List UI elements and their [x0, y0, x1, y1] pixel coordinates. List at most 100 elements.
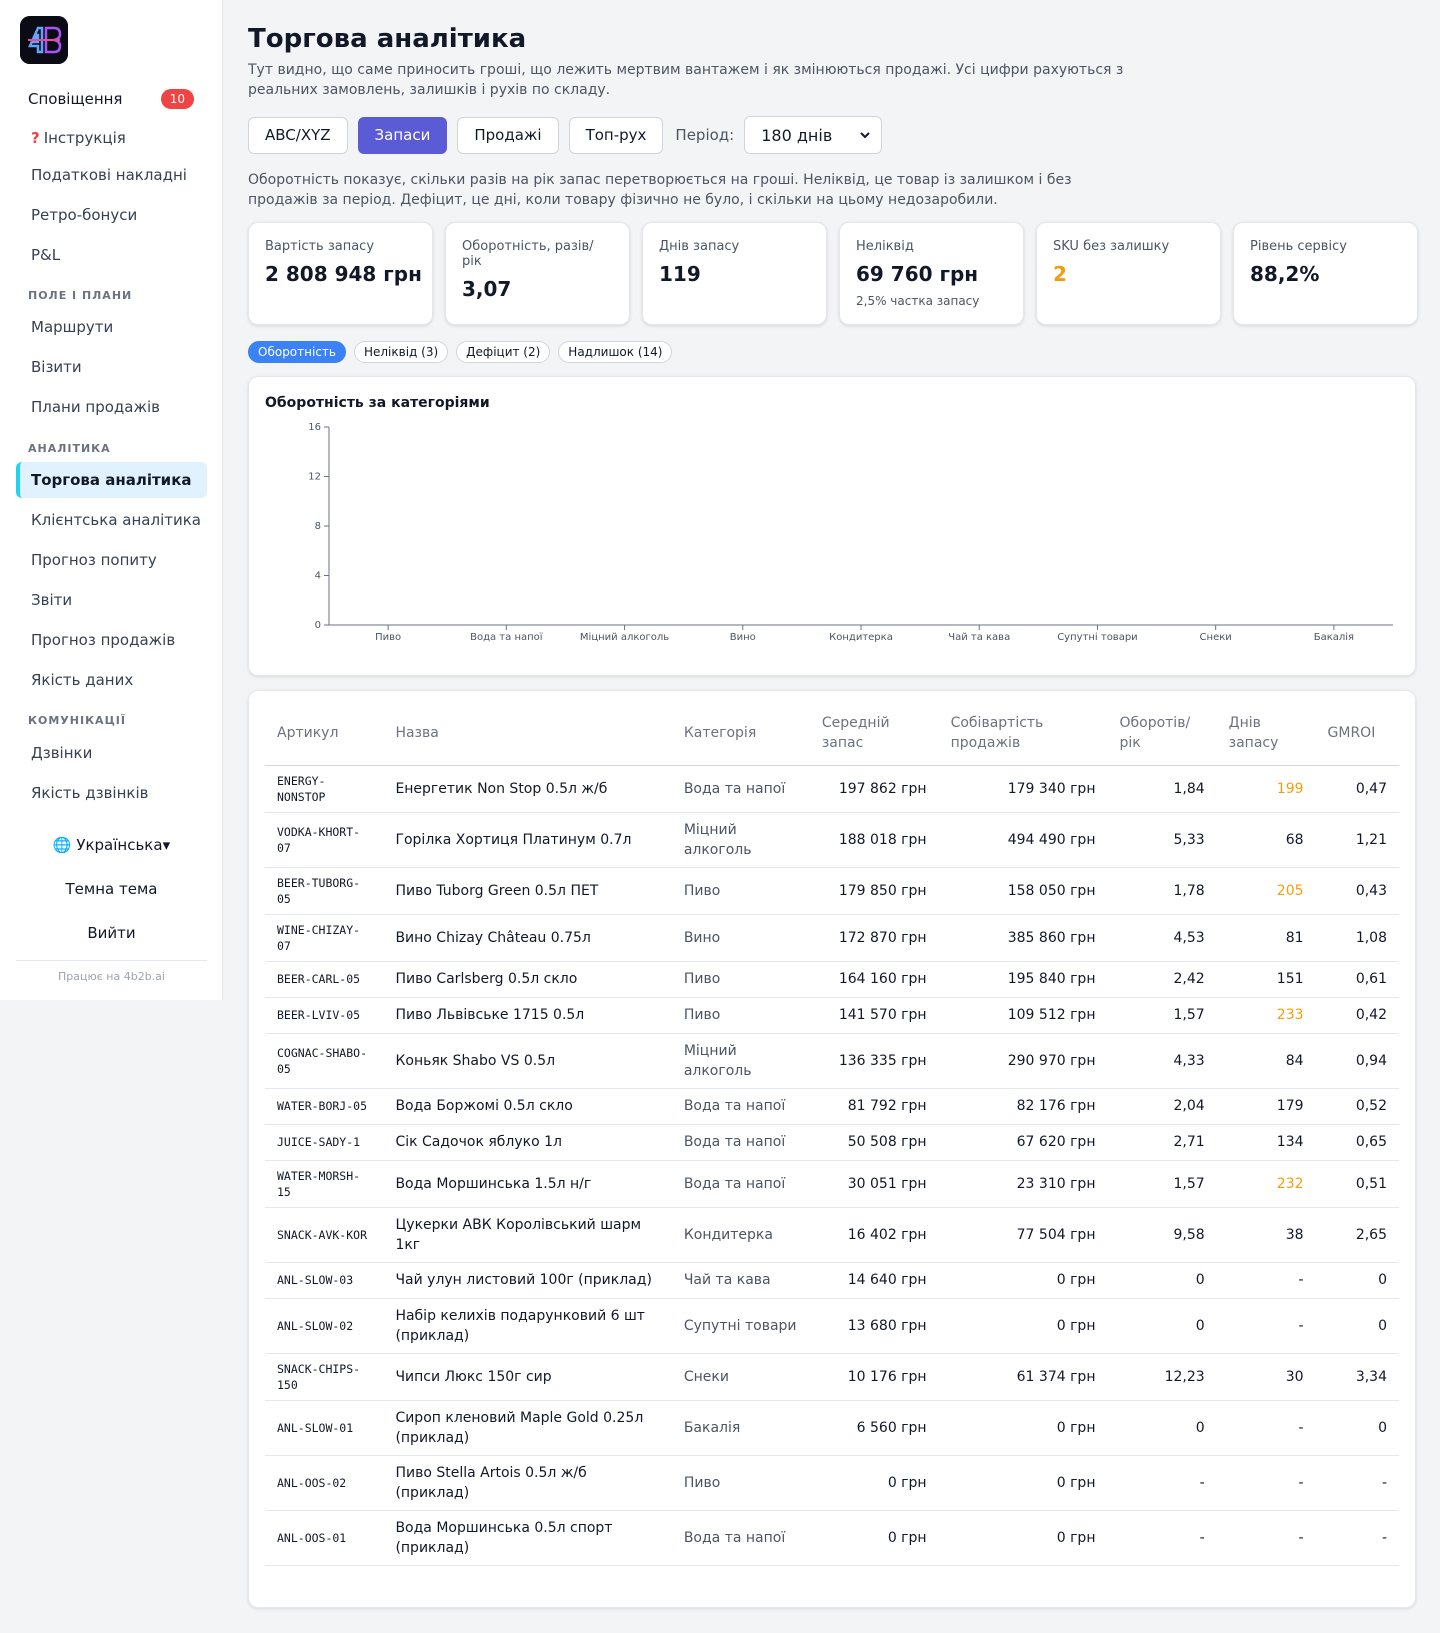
cell-avg-stock: 0 грн: [809, 1455, 939, 1511]
y-tick-label: 16: [308, 422, 321, 433]
col-header-category[interactable]: Категорія: [671, 701, 810, 766]
kpi-label: Оборотність, разів/рік: [462, 239, 594, 269]
cell-name: Цукерки АВК Королівський шарм 1кг: [383, 1207, 672, 1263]
table-row[interactable]: WINE-CHIZAY-07 Вино Chizay Château 0.75л В…: [265, 914, 1399, 962]
table-row[interactable]: BEER-CARL-05 Пиво Carlsberg 0.5л скло Пиво…: [265, 961, 1399, 998]
cell-sku: SNACK-CHIPS-150: [265, 1353, 384, 1401]
sidebar-item-call-quality[interactable]: Якість дзвінків: [16, 775, 207, 811]
cell-gmroi: 0: [1315, 1298, 1399, 1354]
table-row[interactable]: VODKA-KHORT-07 Горілка Хортиця Платинум 0…: [265, 812, 1399, 868]
table-row[interactable]: ANL-SLOW-03 Чай улун листовий 100г (прикл…: [265, 1262, 1399, 1299]
language-selector[interactable]: 🌐 Українська▾: [0, 836, 223, 854]
tab-top-movers[interactable]: Топ-рух: [568, 116, 664, 154]
cell-name: Пиво Львівське 1715 0.5л: [383, 997, 672, 1034]
kpi-label: Днів запасу: [659, 239, 740, 254]
kpi-sublabel: 2,5% частка запасу: [856, 294, 980, 308]
app-logo[interactable]: [20, 16, 68, 64]
cell-days: -: [1216, 1455, 1316, 1511]
sidebar-item-calls[interactable]: Дзвінки: [16, 735, 207, 771]
cell-category: Кондитерка: [671, 1207, 810, 1263]
table-row[interactable]: BEER-LVIV-05 Пиво Львівське 1715 0.5л Пиво…: [265, 997, 1399, 1034]
tab-sales[interactable]: Продажі: [457, 116, 559, 154]
cell-days: 233: [1216, 997, 1316, 1034]
x-tick-label: Вино: [730, 632, 756, 643]
table-row[interactable]: WATER-BORJ-05 Вода Боржомі 0.5л скло Вода …: [265, 1088, 1399, 1125]
sidebar-item-sales-forecast[interactable]: Прогноз продажів: [16, 622, 207, 658]
sidebar-item-client-analytics[interactable]: Клієнтська аналітика: [16, 502, 207, 538]
sidebar-item-demand-forecast[interactable]: Прогноз попиту: [16, 542, 207, 578]
kpi-card-inventory-value: Вартість запасу 2 808 948 грн: [248, 222, 433, 325]
cell-cogs: 23 310 грн: [938, 1160, 1108, 1208]
notifications-count-badge: 10: [160, 89, 194, 109]
cell-turns: 0: [1107, 1400, 1217, 1456]
cell-category: Вода та напої: [671, 1088, 810, 1125]
cell-sku: BEER-LVIV-05: [265, 997, 384, 1034]
cell-sku: BEER-TUBORG-05: [265, 867, 384, 915]
cell-avg-stock: 10 176 грн: [809, 1353, 939, 1401]
col-header-turns[interactable]: Оборотів/ рік: [1107, 701, 1217, 766]
sidebar-item-reports[interactable]: Звіти: [16, 582, 207, 618]
col-header-cogs[interactable]: Собівартість продажів: [938, 701, 1108, 766]
cell-turns: 4,33: [1107, 1033, 1217, 1089]
tab-inventory[interactable]: Запаси: [357, 116, 448, 154]
logout-button[interactable]: Вийти: [0, 924, 223, 942]
table-row[interactable]: SNACK-CHIPS-150 Чипси Люкс 150г сир Снеки 1…: [265, 1353, 1399, 1401]
period-value: 180 днів: [761, 125, 833, 145]
col-header-name[interactable]: Назва: [383, 701, 672, 766]
cell-avg-stock: 16 402 грн: [809, 1207, 939, 1263]
cell-category: Міцний алкоголь: [671, 1033, 810, 1089]
powered-by-text: Працює на 4b2b.ai: [58, 970, 165, 983]
chip-deficit[interactable]: Дефіцит (2): [456, 341, 551, 363]
cell-sku: SNACK-AVK-KOR: [265, 1207, 384, 1263]
cell-sku: ANL-SLOW-01: [265, 1400, 384, 1456]
sidebar-item-visits[interactable]: Візити: [16, 349, 207, 385]
table-row[interactable]: JUICE-SADY-1 Сік Садочок яблуко 1л Вода та…: [265, 1124, 1399, 1161]
kpi-value: 2: [1053, 262, 1067, 286]
theme-toggle-button[interactable]: Темна тема: [0, 880, 223, 898]
tab-abc-xyz[interactable]: ABC/XYZ: [248, 116, 348, 154]
sidebar-item-trade-analytics[interactable]: Торгова аналітика: [16, 462, 207, 498]
cell-sku: WATER-BORJ-05: [265, 1088, 384, 1125]
table-row[interactable]: ANL-SLOW-02 Набір келихів подарунковий 6 …: [265, 1298, 1399, 1354]
cell-category: Вода та напої: [671, 1160, 810, 1208]
sidebar-item-tax-invoices[interactable]: Податкові накладні: [16, 157, 207, 193]
table-row[interactable]: ANL-SLOW-01 Сироп кленовий Maple Gold 0.2…: [265, 1400, 1399, 1456]
cell-cogs: 179 340 грн: [938, 765, 1108, 813]
sidebar-item-retro-bonuses[interactable]: Ретро-бонуси: [16, 197, 207, 233]
table-row[interactable]: COGNAC-SHABO-05 Коньяк Shabo VS 0.5л Міцни…: [265, 1033, 1399, 1089]
period-select[interactable]: 180 днів: [744, 116, 883, 154]
col-header-avg-stock[interactable]: Середній запас: [809, 701, 939, 766]
notifications-link[interactable]: Сповіщення 10: [28, 88, 194, 110]
sidebar-item-instructions[interactable]: ? Інструкція: [16, 120, 207, 156]
sidebar-item-pnl[interactable]: P&L: [16, 237, 207, 273]
table-row[interactable]: ANL-OOS-01 Вода Моршинська 0.5л спорт (пр…: [265, 1510, 1399, 1566]
chip-turnover[interactable]: Оборотність: [248, 341, 346, 363]
cell-days: 232: [1216, 1160, 1316, 1208]
cell-turns: 1,57: [1107, 997, 1217, 1034]
sidebar-item-sales-plans[interactable]: Плани продажів: [16, 389, 207, 425]
col-header-days[interactable]: Днів запасу: [1216, 701, 1316, 766]
table-row[interactable]: WATER-MORSH-15 Вода Моршинська 1.5л н/г Во…: [265, 1160, 1399, 1208]
cell-gmroi: 0,51: [1315, 1160, 1399, 1208]
cell-avg-stock: 164 160 грн: [809, 961, 939, 998]
x-tick-label: Вода та напої: [470, 632, 543, 643]
cell-name: Сік Садочок яблуко 1л: [383, 1124, 672, 1161]
cell-gmroi: 0,52: [1315, 1088, 1399, 1125]
sidebar-item-routes[interactable]: Маршрути: [16, 309, 207, 345]
col-header-gmroi[interactable]: GMROI: [1315, 701, 1399, 766]
sidebar-section-comms: КОМУНІКАЦІЇ: [28, 714, 126, 727]
table-row[interactable]: SNACK-AVK-KOR Цукерки АВК Королівський ша…: [265, 1207, 1399, 1263]
col-header-sku[interactable]: Артикул: [265, 701, 384, 766]
sidebar-item-data-quality[interactable]: Якість даних: [16, 662, 207, 698]
table-row[interactable]: BEER-TUBORG-05 Пиво Tuborg Green 0.5л ПЕТ…: [265, 867, 1399, 915]
cell-gmroi: 3,34: [1315, 1353, 1399, 1401]
cell-cogs: 61 374 грн: [938, 1353, 1108, 1401]
cell-days: 205: [1216, 867, 1316, 915]
cell-turns: -: [1107, 1510, 1217, 1566]
chip-illiquid[interactable]: Неліквід (3): [353, 341, 449, 363]
kpi-label: Вартість запасу: [265, 239, 375, 254]
cell-turns: 1,78: [1107, 867, 1217, 915]
table-row[interactable]: ANL-OOS-02 Пиво Stella Artois 0.5л ж/б (п…: [265, 1455, 1399, 1511]
chip-surplus[interactable]: Надлишок (14): [558, 341, 673, 363]
table-row[interactable]: ENERGY-NONSTOP Енергетик Non Stop 0.5л ж/…: [265, 765, 1399, 813]
